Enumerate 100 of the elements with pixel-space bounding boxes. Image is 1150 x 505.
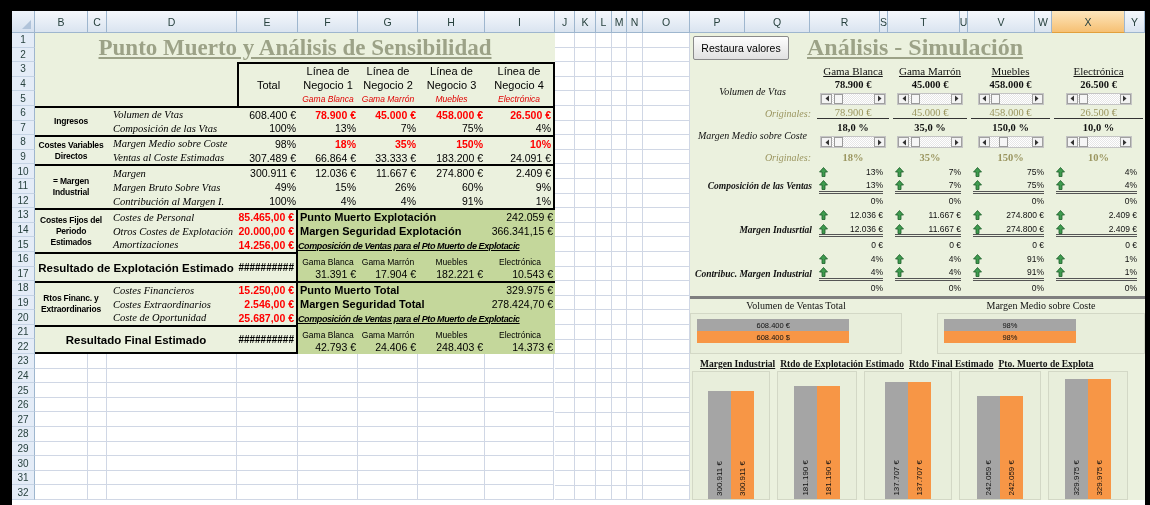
right-arrow-icon xyxy=(1122,95,1128,103)
column-header[interactable]: E xyxy=(237,11,298,33)
column-header[interactable]: K xyxy=(575,11,596,33)
scroll-left-button[interactable] xyxy=(821,93,832,104)
scrollbar[interactable] xyxy=(820,92,886,105)
slider-thumb[interactable] xyxy=(991,93,1001,104)
slider-thumb[interactable] xyxy=(1079,93,1089,104)
restore-button[interactable]: Restaura valores xyxy=(693,35,789,60)
table-cell: 4% xyxy=(948,267,961,278)
up-arrow-icon xyxy=(895,166,904,177)
column-header[interactable]: J xyxy=(555,11,575,33)
slider-thumb[interactable] xyxy=(833,93,843,104)
scrollbar[interactable] xyxy=(1065,92,1132,105)
row-header[interactable]: 15 xyxy=(12,237,35,252)
row-label: Coste de Oportunidad xyxy=(112,311,208,325)
table-cell-text: 78.900 € xyxy=(314,108,357,122)
column-header[interactable]: W xyxy=(1035,11,1052,33)
scrollbar[interactable] xyxy=(897,92,963,105)
scrollbar[interactable] xyxy=(977,136,1044,149)
column-header[interactable]: M xyxy=(612,11,627,33)
column-header[interactable]: T xyxy=(888,11,960,33)
column-header[interactable]: Q xyxy=(745,11,810,33)
column-header[interactable]: B xyxy=(35,11,88,33)
row-header[interactable]: 22 xyxy=(12,339,35,355)
line-name: Gama Blanca xyxy=(302,93,354,107)
scroll-right-button[interactable] xyxy=(1119,93,1131,104)
scroll-left-button[interactable] xyxy=(978,93,990,104)
column-header[interactable]: I xyxy=(485,11,555,33)
column-header[interactable]: H xyxy=(418,11,485,33)
chart-title: Margen Industrial xyxy=(700,358,776,369)
row-header[interactable]: 32 xyxy=(12,485,35,500)
row-header[interactable]: 18 xyxy=(12,281,35,296)
row-header[interactable]: 27 xyxy=(12,412,35,428)
column-header[interactable]: X xyxy=(1052,11,1125,33)
panel-title: Análisis - Simulación xyxy=(807,34,1024,62)
column-header[interactable]: F xyxy=(298,11,358,33)
row-label: Costes Financieros xyxy=(112,283,195,298)
up-arrow-icon xyxy=(1056,223,1065,234)
scroll-right-button[interactable] xyxy=(1031,93,1043,104)
table-cell: 0% xyxy=(870,195,883,206)
scroll-right-button[interactable] xyxy=(1031,137,1043,148)
table-cell: 91% xyxy=(1027,267,1044,278)
scroll-left-button[interactable] xyxy=(821,137,832,148)
scrollbar[interactable] xyxy=(820,136,886,149)
scroll-right-button[interactable] xyxy=(1119,137,1131,148)
scroll-left-button[interactable] xyxy=(1066,93,1078,104)
result-label: Resultado Final Estimado xyxy=(64,332,208,348)
slider-thumb[interactable] xyxy=(910,93,920,104)
row-header[interactable]: 10 xyxy=(12,164,35,179)
table-cell: 1% xyxy=(1124,267,1137,278)
original-value: 458.000 € xyxy=(971,107,1050,120)
column-heading: Gama Marrón xyxy=(899,64,961,77)
table-cell: 13% xyxy=(866,166,883,177)
scroll-right-button[interactable] xyxy=(874,93,885,104)
scroll-right-button[interactable] xyxy=(951,93,962,104)
column-header[interactable]: R xyxy=(810,11,880,33)
row-header[interactable]: 23 xyxy=(12,354,35,369)
row-header[interactable]: 28 xyxy=(12,427,35,442)
column-header[interactable]: V xyxy=(968,11,1035,33)
column-header[interactable]: Y xyxy=(1125,11,1145,33)
slider-thumb[interactable] xyxy=(910,137,920,148)
column-header[interactable]: O xyxy=(643,11,690,33)
slider-thumb[interactable] xyxy=(999,137,1009,148)
scroll-left-button[interactable] xyxy=(898,93,909,104)
scrollbar[interactable] xyxy=(977,92,1044,105)
slider-thumb[interactable] xyxy=(1079,137,1089,148)
original-value: 26.500 € xyxy=(1054,107,1143,120)
column-header[interactable]: L xyxy=(596,11,612,33)
scroll-left-button[interactable] xyxy=(978,137,990,148)
scroll-right-button[interactable] xyxy=(874,137,885,148)
column-header[interactable]: G xyxy=(358,11,418,33)
slider-thumb[interactable] xyxy=(833,137,843,148)
row-header[interactable]: 3 xyxy=(12,62,35,77)
row-header[interactable]: 13 xyxy=(12,208,35,223)
row-header[interactable]: 20 xyxy=(12,310,35,325)
chart-title: Margen Medio sobre Coste xyxy=(985,298,1097,313)
scroll-left-button[interactable] xyxy=(1066,137,1078,148)
column-header[interactable]: D xyxy=(107,11,237,33)
table-cell-text: 2.409 € xyxy=(514,166,552,181)
column-header[interactable]: C xyxy=(88,11,107,33)
scroll-left-button[interactable] xyxy=(898,137,909,148)
table-cell-text: 608.400 € xyxy=(248,108,297,122)
row-header[interactable]: 25 xyxy=(12,383,35,398)
chart-title: Volumen de Ventas Total xyxy=(745,298,847,313)
row-header[interactable]: 1 xyxy=(12,33,35,48)
up-arrow-icon xyxy=(1056,166,1065,177)
row-header[interactable]: 5 xyxy=(12,91,35,106)
table-cell-text: 33.333 € xyxy=(374,150,417,165)
table-cell: 0% xyxy=(948,283,961,294)
row-label: Amortizaciones xyxy=(111,238,180,252)
scroll-right-button[interactable] xyxy=(951,137,962,148)
column-header[interactable]: N xyxy=(627,11,643,33)
scrollbar[interactable] xyxy=(897,136,963,149)
original-value: 35% xyxy=(918,151,942,163)
scrollbar[interactable] xyxy=(1065,136,1132,149)
value-label: 26.500 € xyxy=(1080,78,1117,90)
left-arrow-icon xyxy=(981,138,987,146)
row-header[interactable]: 8 xyxy=(12,135,35,150)
row-header[interactable]: 30 xyxy=(12,456,35,471)
column-header[interactable]: P xyxy=(690,11,745,33)
